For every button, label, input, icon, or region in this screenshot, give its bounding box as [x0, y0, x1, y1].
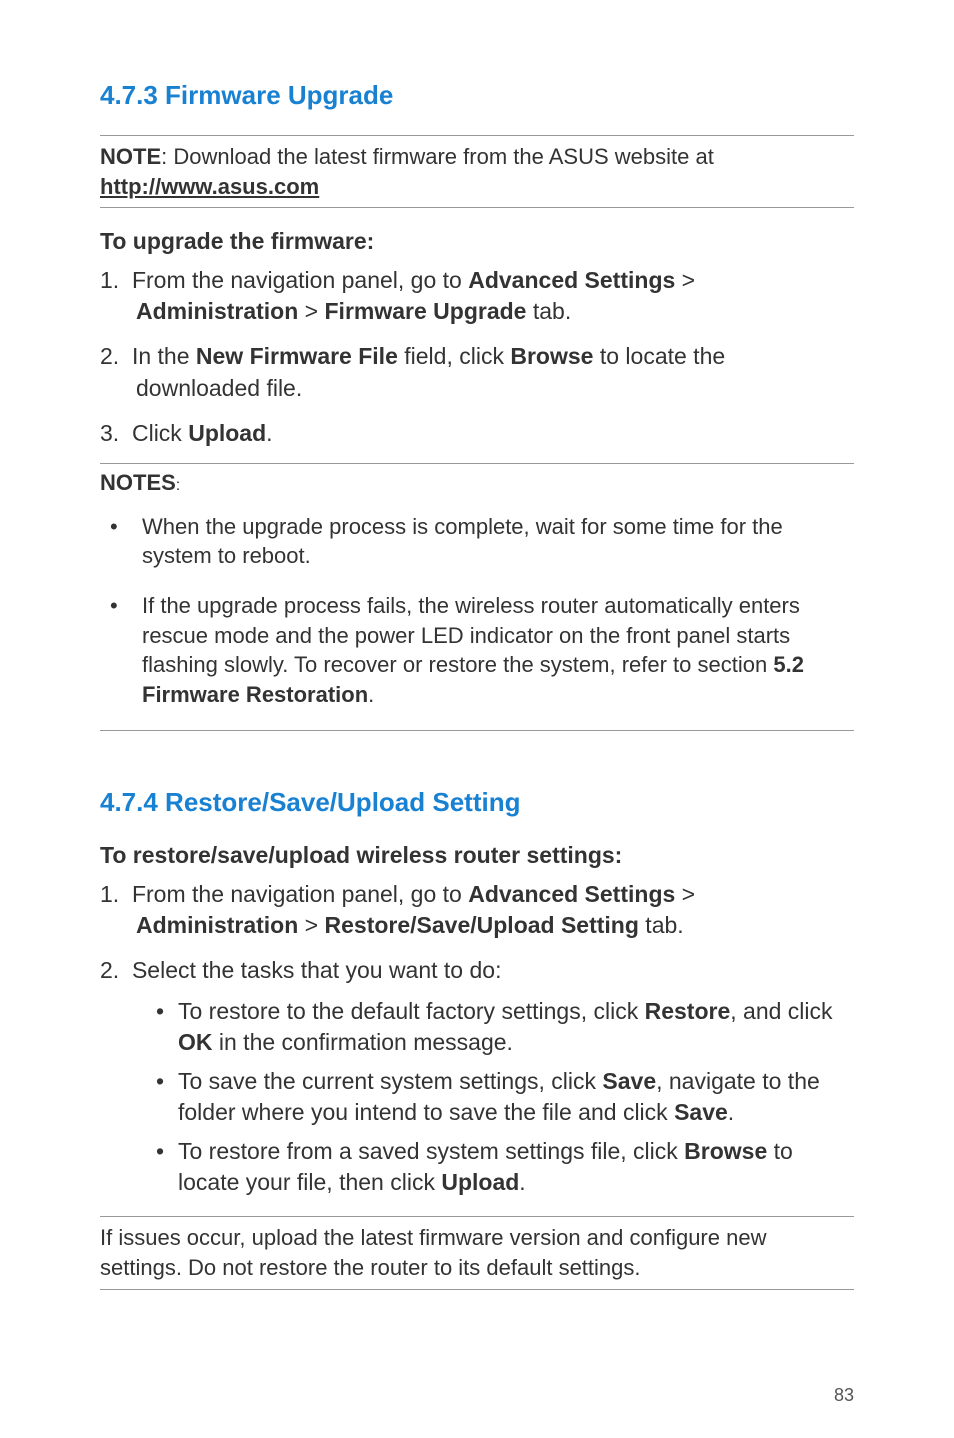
- note-label: NOTE: [100, 144, 161, 169]
- divider: [100, 135, 854, 136]
- footer-note: If issues occur, upload the latest firmw…: [100, 1223, 854, 1282]
- text: tab.: [526, 298, 571, 324]
- bold-text: Upload: [188, 420, 266, 446]
- text: >: [298, 912, 324, 938]
- text: >: [298, 298, 324, 324]
- text: To save the current system settings, cli…: [178, 1068, 602, 1094]
- step-number: 3.: [100, 420, 119, 446]
- bold-text: New Firmware File: [196, 343, 398, 369]
- asus-link[interactable]: http://www.asus.com: [100, 174, 319, 199]
- list-item: When the upgrade process is complete, wa…: [100, 512, 854, 571]
- bold-text: Administration: [136, 298, 298, 324]
- sub-heading-restore-save-upload: To restore/save/upload wireless router s…: [100, 842, 854, 869]
- list-item: 1. From the navigation panel, go to Adva…: [100, 265, 854, 327]
- list-item: If the upgrade process fails, the wirele…: [100, 591, 854, 710]
- list-item: 1. From the navigation panel, go to Adva…: [100, 879, 854, 941]
- bold-text: Save: [602, 1068, 656, 1094]
- text: If the upgrade process fails, the wirele…: [142, 593, 800, 677]
- text: , and click: [730, 998, 832, 1024]
- text: field, click: [398, 343, 510, 369]
- list-item: 2. Select the tasks that you want to do:: [100, 955, 854, 986]
- bold-text: Administration: [136, 912, 298, 938]
- bold-text: Save: [674, 1099, 728, 1125]
- text: .: [728, 1099, 734, 1125]
- step-number: 1.: [100, 881, 119, 907]
- bold-text: OK: [178, 1029, 213, 1055]
- text: From the navigation panel, go to: [132, 267, 468, 293]
- list-item: 2. In the New Firmware File field, click…: [100, 341, 854, 403]
- text: From the navigation panel, go to: [132, 881, 468, 907]
- divider: [100, 730, 854, 731]
- notes-colon: :: [176, 477, 180, 494]
- bold-text: Upload: [441, 1169, 519, 1195]
- list-item: To save the current system settings, cli…: [100, 1066, 854, 1128]
- text: .: [519, 1169, 525, 1195]
- divider: [100, 207, 854, 208]
- divider: [100, 1289, 854, 1290]
- list-item: 3. Click Upload.: [100, 418, 854, 449]
- text: in the confirmation message.: [213, 1029, 513, 1055]
- sub-heading-upgrade-firmware: To upgrade the firmware:: [100, 228, 854, 255]
- text: tab.: [639, 912, 684, 938]
- notes-list: When the upgrade process is complete, wa…: [100, 512, 854, 710]
- note-text: : Download the latest firmware from the …: [161, 144, 714, 169]
- step-number: 2.: [100, 343, 119, 369]
- upgrade-steps-list: 1. From the navigation panel, go to Adva…: [100, 265, 854, 448]
- list-item: To restore from a saved system settings …: [100, 1136, 854, 1198]
- text: >: [675, 881, 695, 907]
- text: In the: [132, 343, 196, 369]
- text: .: [368, 682, 374, 707]
- nested-tasks-list: To restore to the default factory settin…: [100, 996, 854, 1198]
- bold-text: Browse: [510, 343, 593, 369]
- text: Click: [132, 420, 188, 446]
- bold-text: Advanced Settings: [468, 881, 675, 907]
- text: To restore from a saved system settings …: [178, 1138, 684, 1164]
- list-item: To restore to the default factory settin…: [100, 996, 854, 1058]
- text: When the upgrade process is complete, wa…: [142, 514, 783, 569]
- bold-text: Restore/Save/Upload Setting: [325, 912, 639, 938]
- page-number: 83: [834, 1385, 854, 1406]
- divider: [100, 463, 854, 464]
- step-number: 1.: [100, 267, 119, 293]
- restore-steps-list: 1. From the navigation panel, go to Adva…: [100, 879, 854, 986]
- text: >: [675, 267, 695, 293]
- section-heading-firmware-upgrade: 4.7.3 Firmware Upgrade: [100, 80, 854, 111]
- bold-text: Browse: [684, 1138, 767, 1164]
- text: .: [266, 420, 272, 446]
- bold-text: Advanced Settings: [468, 267, 675, 293]
- notes-label-row: NOTES:: [100, 470, 854, 496]
- bold-text: Firmware Upgrade: [325, 298, 527, 324]
- note-block: NOTE: Download the latest firmware from …: [100, 142, 854, 201]
- text: To restore to the default factory settin…: [178, 998, 645, 1024]
- section-heading-restore-save-upload: 4.7.4 Restore/Save/Upload Setting: [100, 787, 854, 818]
- notes-label: NOTES: [100, 470, 176, 495]
- divider: [100, 1216, 854, 1217]
- bold-text: Restore: [645, 998, 731, 1024]
- text: Select the tasks that you want to do:: [132, 957, 502, 983]
- step-number: 2.: [100, 957, 119, 983]
